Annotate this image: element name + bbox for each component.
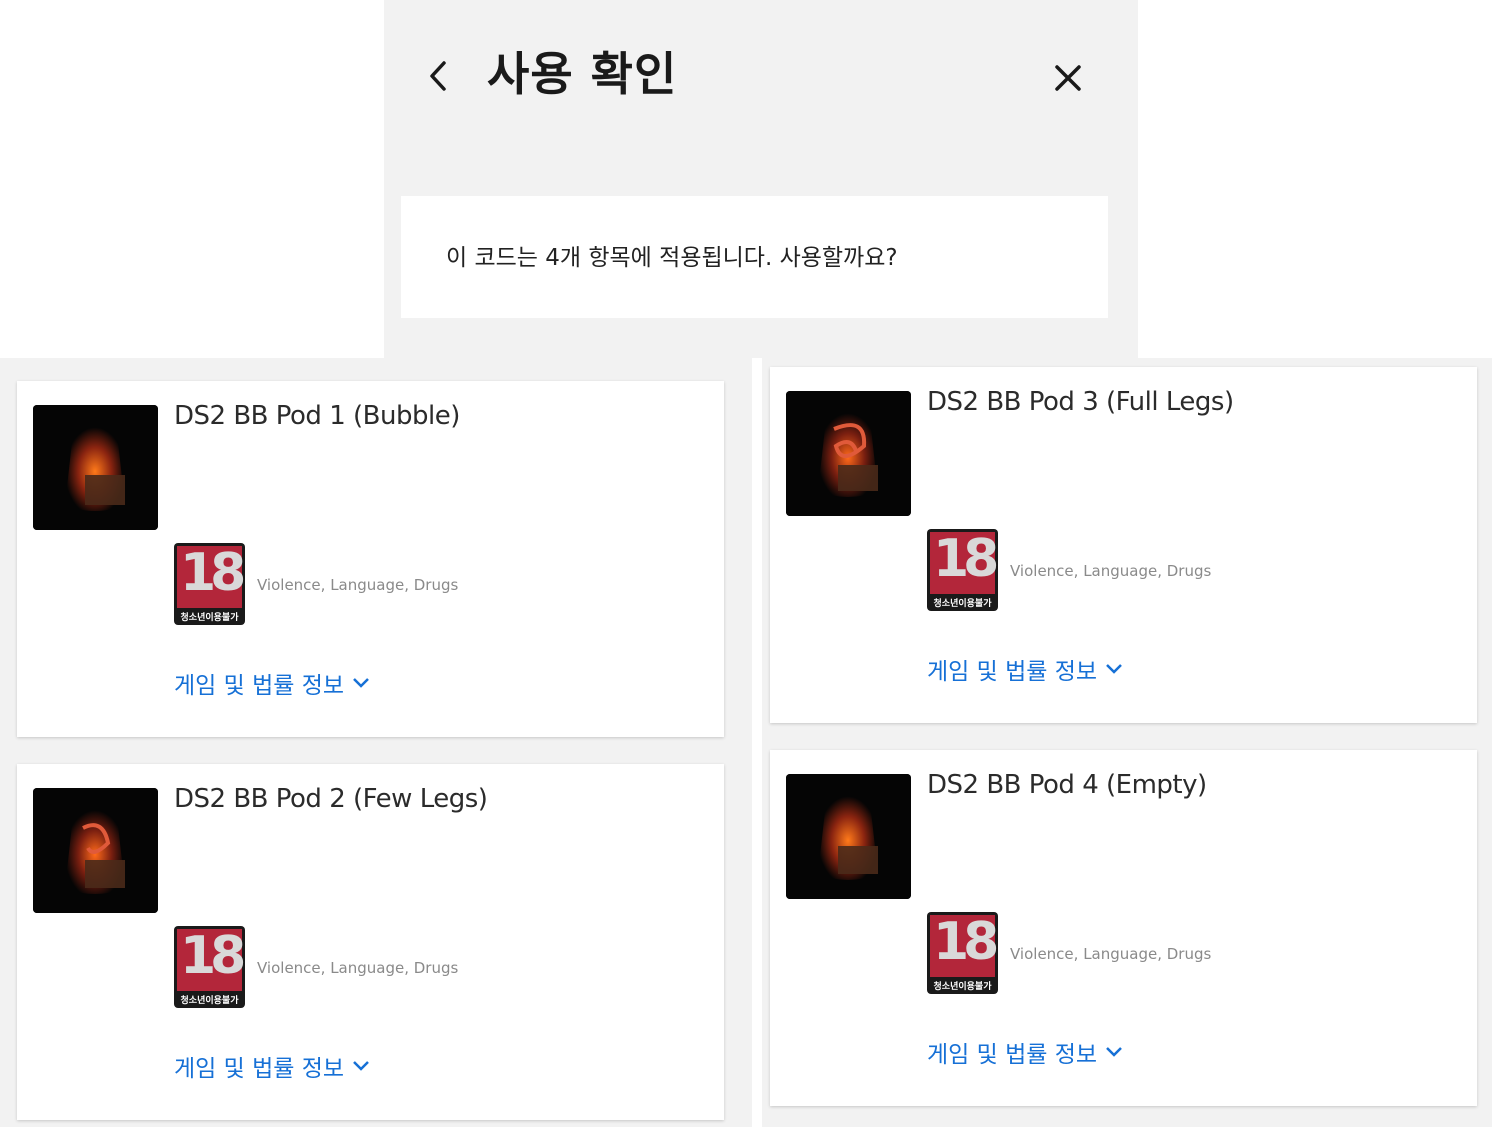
info-link-label: 게임 및 법률 정보 (927, 659, 1098, 685)
close-button[interactable] (1046, 56, 1090, 100)
info-link-label: 게임 및 법률 정보 (174, 673, 345, 699)
rating-badge: 18 청소년이용불가 (927, 912, 998, 994)
item-thumbnail (786, 774, 911, 899)
info-link-label: 게임 및 법률 정보 (927, 1042, 1098, 1068)
rating-label: 청소년이용불가 (180, 613, 239, 623)
chevron-left-icon (430, 61, 446, 91)
game-legal-info-link[interactable]: 게임 및 법률 정보 (927, 652, 1123, 686)
game-legal-info-link[interactable]: 게임 및 법률 정보 (174, 1049, 370, 1083)
game-legal-info-link[interactable]: 게임 및 법률 정보 (174, 666, 370, 700)
back-button[interactable] (418, 54, 458, 98)
rating-badge: 18 청소년이용불가 (174, 926, 245, 1008)
dialog-title: 사용 확인 (487, 47, 678, 101)
rating-descriptors: Violence, Language, Drugs (1010, 562, 1212, 580)
game-legal-info-link[interactable]: 게임 및 법률 정보 (927, 1035, 1123, 1069)
message-box: 이 코드는 4개 항목에 적용됩니다. 사용할까요? (401, 196, 1108, 318)
rating-descriptors: Violence, Language, Drugs (257, 576, 459, 594)
item-thumbnail (786, 391, 911, 516)
rating-label: 청소년이용불가 (933, 599, 992, 609)
rating-descriptors: Violence, Language, Drugs (257, 959, 459, 977)
item-card: DS2 BB Pod 1 (Bubble) 18 청소년이용불가 Violenc… (17, 381, 724, 737)
confirm-message: 이 코드는 4개 항목에 적용됩니다. 사용할까요? (446, 245, 898, 271)
rating-age: 18 (933, 912, 998, 972)
info-link-label: 게임 및 법률 정보 (174, 1056, 345, 1082)
column-divider (752, 358, 762, 1127)
item-card: DS2 BB Pod 3 (Full Legs) 18 청소년이용불가 Viol… (770, 367, 1477, 723)
chevron-down-icon (1106, 1047, 1122, 1057)
rating-descriptors: Violence, Language, Drugs (1010, 945, 1212, 963)
item-title: DS2 BB Pod 1 (Bubble) (174, 401, 460, 431)
rating-label: 청소년이용불가 (180, 996, 239, 1006)
item-title: DS2 BB Pod 2 (Few Legs) (174, 784, 488, 814)
item-title: DS2 BB Pod 4 (Empty) (927, 770, 1207, 800)
item-title: DS2 BB Pod 3 (Full Legs) (927, 387, 1234, 417)
item-card: DS2 BB Pod 2 (Few Legs) 18 청소년이용불가 Viole… (17, 764, 724, 1120)
chevron-down-icon (353, 1061, 369, 1071)
rating-badge: 18 청소년이용불가 (927, 529, 998, 611)
rating-age: 18 (180, 926, 245, 986)
item-card: DS2 BB Pod 4 (Empty) 18 청소년이용불가 Violence… (770, 750, 1477, 1106)
chevron-down-icon (353, 678, 369, 688)
rating-age: 18 (180, 543, 245, 603)
rating-label: 청소년이용불가 (933, 982, 992, 992)
chevron-down-icon (1106, 664, 1122, 674)
item-thumbnail (33, 788, 158, 913)
item-thumbnail (33, 405, 158, 530)
rating-age: 18 (933, 529, 998, 589)
close-icon (1055, 65, 1081, 91)
rating-badge: 18 청소년이용불가 (174, 543, 245, 625)
